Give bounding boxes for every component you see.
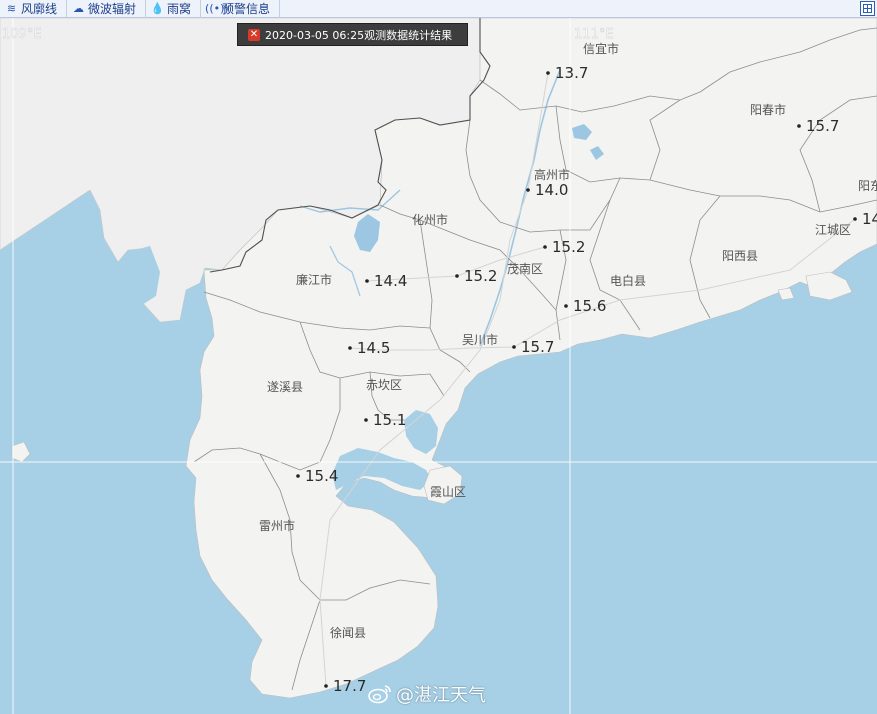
station-value: 15.7 — [521, 338, 554, 356]
station-value: 13.7 — [555, 64, 588, 82]
place-label: 化州市 — [412, 212, 448, 227]
station-value: 15.1 — [373, 411, 406, 429]
toolbar-microwave-label: 微波辐射 — [88, 2, 137, 16]
station-value: 15.2 — [552, 238, 585, 256]
weather-map[interactable]: 109°E 111°E 信宜市阳春市高州市阳东化州市江城区阳西县茂南区廉江市 电白… — [0, 0, 877, 714]
station-dot — [853, 217, 857, 221]
toolbar-microwave[interactable]: ☁ 微波辐射 — [67, 0, 147, 18]
wind-profile-icon: ≋ — [6, 2, 17, 15]
station-value: 17.7 — [333, 677, 366, 695]
station-dot — [512, 345, 516, 349]
station-value: 15.4 — [305, 467, 338, 485]
weibo-logo-icon — [368, 685, 391, 704]
place-label: 遂溪县 — [267, 380, 303, 394]
alert-signal-icon: ((•)) — [205, 2, 229, 15]
place-label: 赤坎区 — [366, 378, 402, 392]
toolbar-alert[interactable]: ((•)) 预警信息 — [201, 0, 281, 18]
place-label: 阳东 — [858, 179, 877, 193]
watermark: @湛江天气 — [368, 681, 486, 707]
banner-text: 2020-03-05 06:25观测数据统计结果 — [265, 28, 453, 42]
place-label: 茂南区 — [507, 261, 543, 276]
station-value: 15.6 — [573, 297, 606, 315]
place-label: 江城区 — [815, 223, 851, 237]
station-value: 14.4 — [374, 272, 407, 290]
station-dot — [324, 684, 328, 688]
place-label: 高州市 — [534, 167, 570, 182]
place-label: 阳西县 — [722, 249, 758, 263]
toolbar-rain-label: 雨窝 — [167, 2, 192, 16]
station-dot — [364, 418, 368, 422]
toolbar-wind-profile-label: 风廓线 — [21, 2, 58, 16]
toolbar-alert-label: 预警信息 — [222, 2, 271, 16]
place-label: 雷州市 — [259, 518, 295, 533]
station-dot — [455, 274, 459, 278]
station-value: 14.0 — [535, 181, 568, 199]
place-label: 霞山区 — [430, 485, 466, 499]
place-label: 电白县 — [610, 273, 646, 288]
place-label: 信宜市 — [583, 41, 619, 56]
grid-toggle-button[interactable] — [860, 1, 875, 16]
cloud-icon: ☁ — [73, 2, 85, 15]
station-value: 15.7 — [806, 117, 839, 135]
place-label: 吴川市 — [462, 332, 498, 347]
station-dot — [546, 71, 550, 75]
station-dot — [348, 346, 352, 350]
raindrops-icon: 💧 — [150, 2, 165, 15]
place-label: 阳春市 — [750, 102, 786, 117]
place-label: 徐闻县 — [330, 625, 366, 640]
station-dot — [296, 474, 300, 478]
toolbar-rain[interactable]: 💧 雨窝 — [146, 0, 202, 18]
station-dot — [543, 245, 547, 249]
station-dot — [526, 188, 530, 192]
lon-label-left: 109°E — [2, 27, 42, 42]
toolbar-wind-profile[interactable]: ≋ 风廓线 — [0, 0, 68, 18]
close-icon[interactable]: ✕ — [248, 28, 260, 41]
place-label: 廉江市 — [296, 272, 332, 287]
station-value: 15.2 — [464, 267, 497, 285]
station-dot — [797, 124, 801, 128]
station-value: 14 — [862, 210, 877, 228]
station-dot — [365, 279, 369, 283]
station-value: 14.5 — [357, 339, 390, 357]
watermark-text: @湛江天气 — [396, 685, 486, 706]
station-dot — [564, 304, 568, 308]
toolbar: ≋ 风廓线 ☁ 微波辐射 💧 雨窝 ((•)) 预警信息 — [0, 0, 877, 18]
lon-label-right: 111°E — [574, 27, 614, 42]
observation-banner: ✕ 2020-03-05 06:25观测数据统计结果 — [237, 23, 468, 46]
